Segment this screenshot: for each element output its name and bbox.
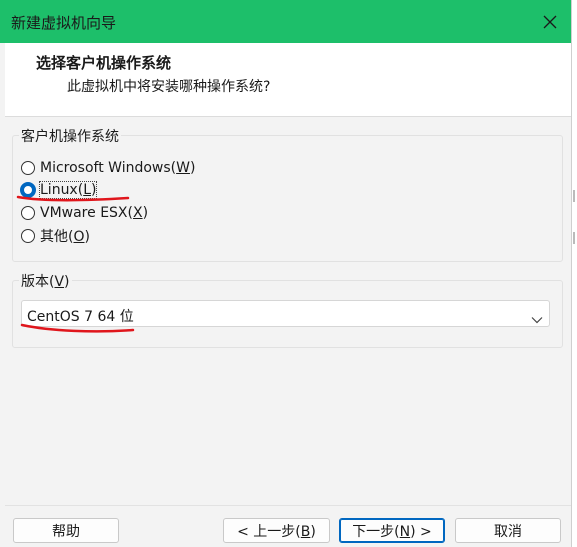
radio-button[interactable] bbox=[21, 229, 35, 243]
version-group-label: 版本(V) bbox=[19, 271, 72, 291]
radio-button-selected[interactable] bbox=[20, 182, 36, 198]
close-icon bbox=[543, 15, 557, 29]
guest-os-group-label: 客户机操作系统 bbox=[19, 126, 121, 146]
radio-label: Linux(L) bbox=[38, 181, 98, 199]
chevron-down-icon bbox=[531, 309, 543, 328]
radio-other[interactable]: 其他(O) bbox=[21, 226, 90, 246]
radio-label: VMware ESX(X) bbox=[40, 205, 149, 221]
close-button[interactable] bbox=[529, 0, 571, 43]
radio-vmware-esx[interactable]: VMware ESX(X) bbox=[21, 203, 148, 223]
background-window-edge bbox=[573, 190, 575, 250]
radio-button[interactable] bbox=[21, 161, 35, 175]
next-button[interactable]: 下一步(N) > bbox=[339, 518, 445, 543]
help-button[interactable]: 帮助 bbox=[13, 518, 119, 543]
footer-divider bbox=[5, 505, 571, 506]
wizard-header: 选择客户机操作系统 此虚拟机中将安装哪种操作系统? bbox=[5, 43, 571, 117]
version-select-value: CentOS 7 64 位 bbox=[27, 309, 134, 325]
wizard-window: 新建虚拟机向导 选择客户机操作系统 此虚拟机中将安装哪种操作系统? 客户机操作系… bbox=[0, 0, 572, 547]
radio-label: 其他(O) bbox=[40, 229, 90, 245]
version-select[interactable]: CentOS 7 64 位 bbox=[21, 300, 550, 327]
page-title: 选择客户机操作系统 bbox=[36, 54, 172, 72]
next-button-label: 下一步(N) > bbox=[352, 523, 432, 540]
radio-linux[interactable]: Linux(L) bbox=[20, 180, 98, 200]
radio-button[interactable] bbox=[21, 206, 35, 220]
window-title: 新建虚拟机向导 bbox=[11, 14, 117, 32]
back-button[interactable]: < 上一步(B) bbox=[223, 518, 330, 543]
help-button-label: 帮助 bbox=[52, 523, 80, 540]
title-bar[interactable]: 新建虚拟机向导 bbox=[0, 0, 571, 43]
cancel-button[interactable]: 取消 bbox=[455, 518, 561, 543]
page-subtitle: 此虚拟机中将安装哪种操作系统? bbox=[67, 79, 271, 95]
cancel-button-label: 取消 bbox=[494, 523, 522, 540]
back-button-label: < 上一步(B) bbox=[237, 523, 316, 540]
radio-windows[interactable]: Microsoft Windows(W) bbox=[21, 158, 195, 178]
radio-label: Microsoft Windows(W) bbox=[40, 160, 196, 176]
